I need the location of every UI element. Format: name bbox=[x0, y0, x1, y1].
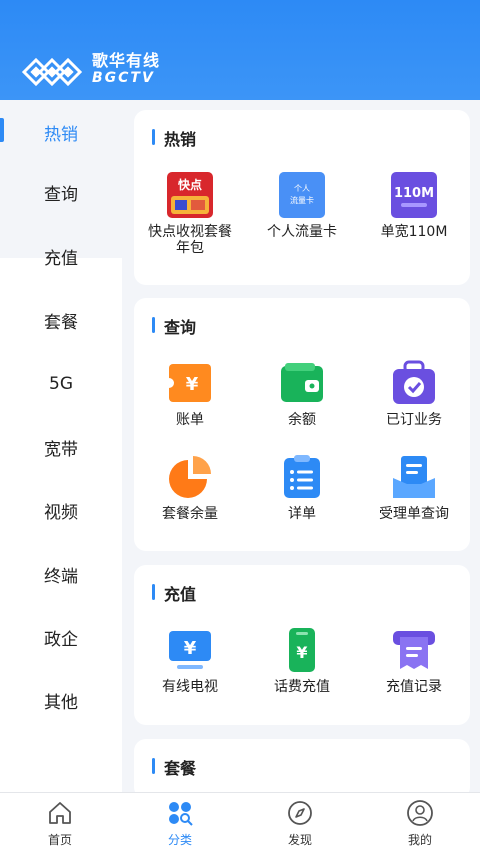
tile-label: 已订业务 bbox=[386, 412, 442, 428]
bottom-navigation: 首页 分类 发现 我的 bbox=[0, 792, 480, 853]
svg-text:¥: ¥ bbox=[184, 638, 197, 659]
package-section-title: 套餐 bbox=[152, 755, 196, 779]
sidebar-item-label: 查询 bbox=[44, 184, 78, 205]
sidebar-item-hot[interactable]: 热销 bbox=[0, 100, 122, 164]
tile-cable-tv[interactable]: ¥ 有线电视 bbox=[134, 627, 246, 695]
sidebar-item-label: 充值 bbox=[44, 248, 78, 269]
tile-balance[interactable]: 余额 bbox=[246, 360, 358, 428]
phone-yuan-icon: ¥ bbox=[289, 628, 315, 672]
personal-data-card-icon: 个人 流量卡 bbox=[279, 172, 325, 218]
compass-icon bbox=[288, 801, 312, 825]
pie-chart-icon bbox=[169, 456, 211, 498]
sidebar-item-label: 政企 bbox=[44, 629, 78, 650]
sidebar-item-video[interactable]: 视频 bbox=[0, 478, 122, 542]
package-section-card: 套餐 bbox=[134, 739, 470, 799]
tile-recharge-records[interactable]: 充值记录 bbox=[358, 627, 470, 695]
sidebar-item-label: 终端 bbox=[44, 566, 78, 587]
sidebar-item-other[interactable]: 其他 bbox=[0, 668, 122, 732]
nav-label: 首页 bbox=[47, 833, 72, 847]
sidebar-item-label: 5G bbox=[49, 374, 73, 394]
nav-label: 我的 bbox=[407, 833, 432, 847]
sidebar-item-package[interactable]: 套餐 bbox=[0, 288, 122, 352]
tile-label: 账单 bbox=[176, 412, 204, 428]
tile-application-query[interactable]: 受理单查询 bbox=[358, 454, 470, 522]
tile-label: 个人流量卡 bbox=[267, 224, 337, 240]
nav-label: 发现 bbox=[287, 833, 312, 847]
tv-yuan-icon: ¥ bbox=[169, 631, 211, 669]
category-sidebar: 热销 查询 充值 套餐 5G 宽带 视频 终端 政企 其他 bbox=[0, 100, 122, 853]
receipt-printer-icon bbox=[393, 631, 435, 669]
bill-icon: ¥ bbox=[167, 364, 211, 402]
tile-broadband-110m[interactable]: 110M 单宽110M bbox=[358, 172, 470, 240]
recharge-section-card: 充值 ¥ 有线电视 ¥ 话费充值 充值记录 bbox=[134, 565, 470, 725]
tile-package-remaining[interactable]: 套餐余量 bbox=[134, 454, 246, 522]
tile-label: 话费充值 bbox=[274, 679, 330, 695]
sidebar-item-label: 套餐 bbox=[44, 312, 78, 333]
sidebar-item-label: 其他 bbox=[44, 692, 78, 713]
svg-text:快点: 快点 bbox=[178, 177, 202, 192]
nav-home[interactable]: 首页 bbox=[0, 799, 120, 848]
svg-text:110M: 110M bbox=[394, 186, 434, 201]
svg-text:¥: ¥ bbox=[186, 374, 199, 395]
document-tray-icon bbox=[393, 456, 435, 498]
sidebar-item-query[interactable]: 查询 bbox=[0, 160, 122, 224]
nav-label: 分类 bbox=[167, 833, 192, 847]
tile-label: 单宽110M bbox=[380, 224, 448, 240]
tile-phone-recharge[interactable]: ¥ 话费充值 bbox=[246, 627, 358, 695]
svg-text:流量卡: 流量卡 bbox=[290, 195, 314, 205]
home-icon bbox=[49, 802, 71, 824]
hot-section-card: 热销 快点 快点收视套餐年包 个人 流量卡 个人流量卡 110M 单宽110M bbox=[134, 110, 470, 285]
broadband-110m-icon: 110M bbox=[391, 172, 437, 218]
tile-label: 有线电视 bbox=[162, 679, 218, 695]
hot-section-title: 热销 bbox=[152, 126, 196, 150]
svg-text:个人: 个人 bbox=[294, 184, 310, 193]
sidebar-item-label: 视频 bbox=[44, 502, 78, 523]
tile-label: 详单 bbox=[288, 506, 316, 522]
kuaidian-package-icon: 快点 bbox=[167, 172, 213, 218]
brand-en: BGCTV bbox=[92, 70, 155, 86]
tile-label: 余额 bbox=[288, 412, 316, 428]
svg-text:¥: ¥ bbox=[296, 643, 307, 662]
wallet-icon bbox=[281, 363, 323, 402]
subscribed-bag-icon bbox=[393, 360, 435, 404]
nav-category[interactable]: 分类 bbox=[120, 799, 240, 848]
category-icon bbox=[169, 802, 193, 826]
tile-label: 套餐余量 bbox=[162, 506, 218, 522]
tile-label: 快点收视套餐年包 bbox=[148, 224, 232, 256]
sidebar-item-broadband[interactable]: 宽带 bbox=[0, 415, 122, 479]
list-clipboard-icon bbox=[284, 455, 320, 498]
sidebar-item-label: 宽带 bbox=[44, 439, 78, 460]
brand-cn: 歌华有线 bbox=[92, 51, 161, 70]
recharge-section-title: 充值 bbox=[152, 581, 196, 605]
tile-subscribed[interactable]: 已订业务 bbox=[358, 360, 470, 428]
bgctv-logo-icon bbox=[21, 57, 83, 87]
nav-mine[interactable]: 我的 bbox=[360, 799, 480, 848]
query-section-title: 查询 bbox=[152, 314, 196, 338]
query-section-card: 查询 ¥ 账单 余额 已订业务 套餐余量 详单 受理单查询 bbox=[134, 298, 470, 551]
nav-discover[interactable]: 发现 bbox=[240, 799, 360, 848]
sidebar-item-terminal[interactable]: 终端 bbox=[0, 542, 122, 606]
sidebar-item-5g[interactable]: 5G bbox=[0, 352, 122, 416]
tile-detail-list[interactable]: 详单 bbox=[246, 454, 358, 522]
tile-bill[interactable]: ¥ 账单 bbox=[134, 360, 246, 428]
tile-label: 充值记录 bbox=[386, 679, 442, 695]
tile-label: 受理单查询 bbox=[379, 506, 449, 522]
app-header: 歌华有线 BGCTV bbox=[0, 0, 480, 100]
sidebar-item-label: 热销 bbox=[44, 124, 78, 145]
sidebar-item-recharge[interactable]: 充值 bbox=[0, 224, 122, 288]
tile-kuaidian-package[interactable]: 快点 快点收视套餐年包 bbox=[134, 172, 246, 256]
tile-personal-data-card[interactable]: 个人 流量卡 个人流量卡 bbox=[246, 172, 358, 240]
brand-text: 歌华有线 BGCTV bbox=[92, 51, 161, 87]
user-icon bbox=[407, 800, 433, 826]
sidebar-item-enterprise[interactable]: 政企 bbox=[0, 605, 122, 669]
